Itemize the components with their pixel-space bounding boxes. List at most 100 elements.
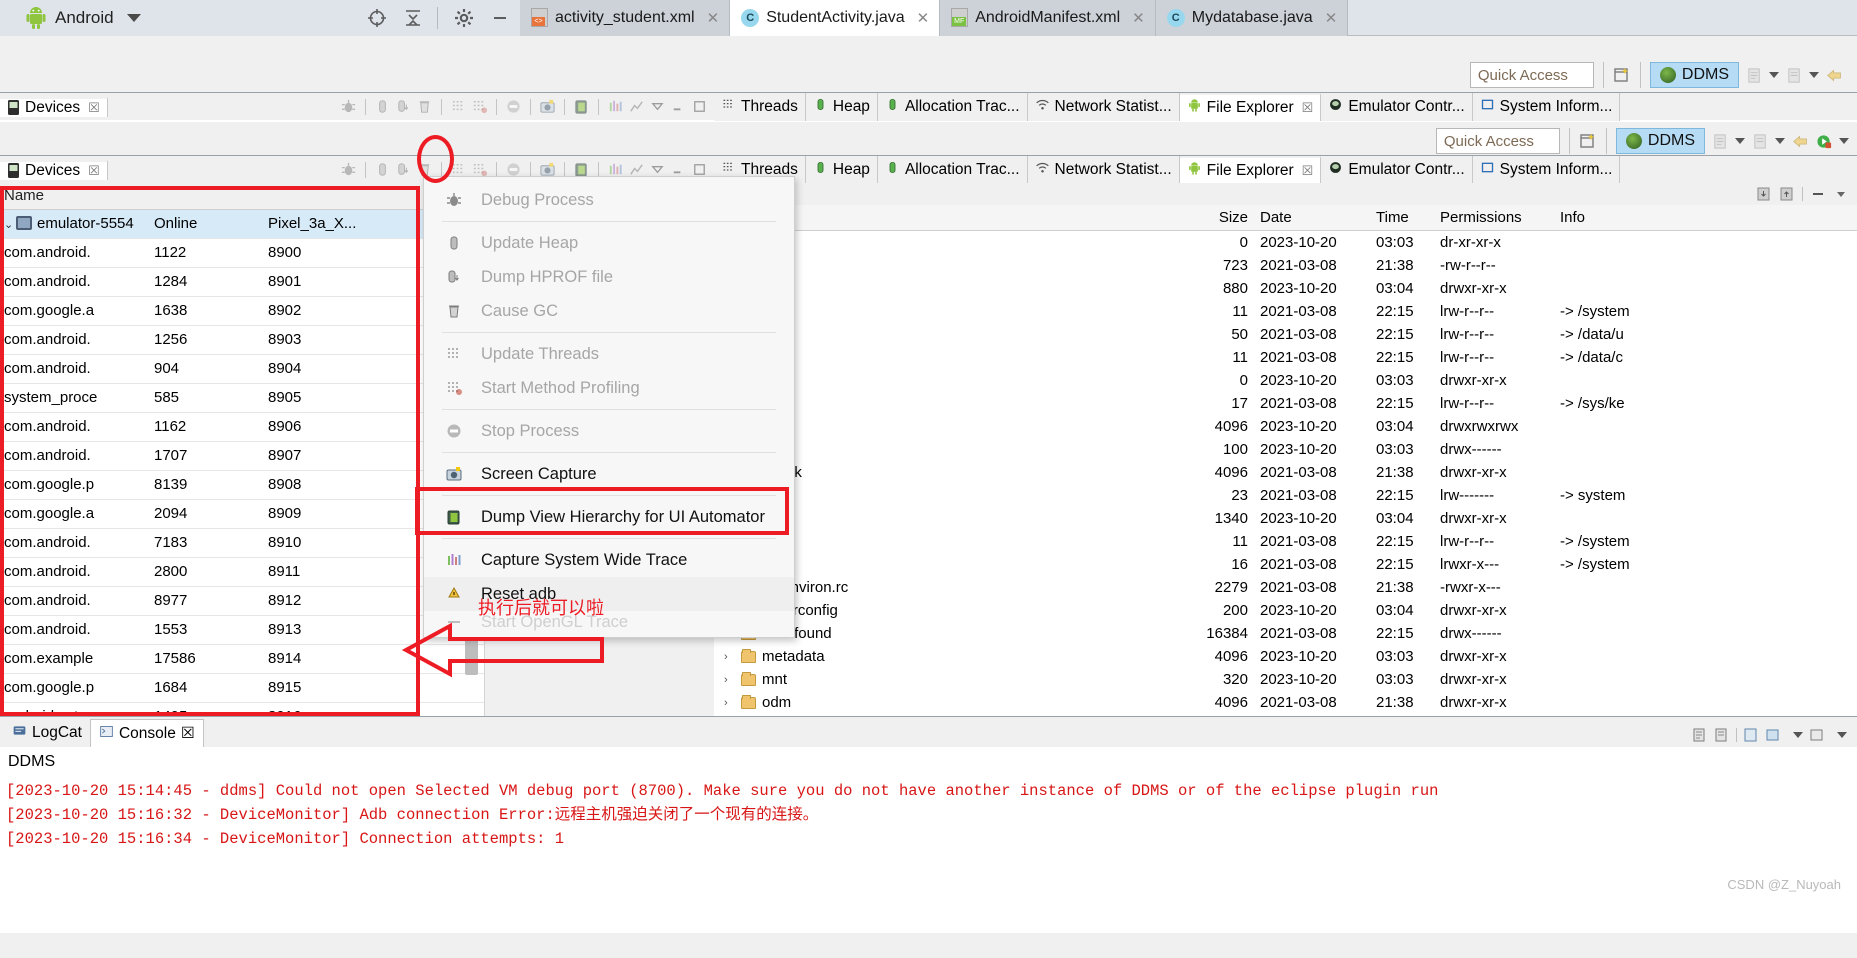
chevron-down-icon[interactable] bbox=[1837, 732, 1847, 738]
close-icon[interactable]: ☒ bbox=[88, 163, 100, 179]
chevron-down-icon[interactable] bbox=[1793, 732, 1803, 738]
device-row[interactable]: system_proce 585 8905 bbox=[0, 383, 484, 413]
close-icon[interactable]: ☒ bbox=[1302, 100, 1314, 116]
file-explorer-row[interactable]: _ramdisk40962021-03-0821:38drwxr-xr-x bbox=[714, 461, 1857, 484]
tab-file-explorer[interactable]: File Explorer ☒ bbox=[1179, 92, 1322, 121]
graph-icon[interactable] bbox=[628, 98, 645, 115]
chevron-down-icon[interactable] bbox=[1735, 138, 1745, 144]
menu-item-screen-capture[interactable]: Screen Capture bbox=[424, 457, 794, 491]
screen-capture-icon[interactable] bbox=[539, 98, 556, 115]
col-header-4[interactable] bbox=[264, 183, 361, 210]
file-explorer-row[interactable]: 4096 2023-10-20 03:04 drwxrwxrwx bbox=[714, 415, 1857, 438]
col-header-size[interactable]: Size bbox=[1172, 209, 1254, 226]
file-explorer-row[interactable]: ›lost+found163842021-03-0822:15drwx-----… bbox=[714, 622, 1857, 645]
systrace-icon[interactable] bbox=[607, 98, 624, 115]
file-explorer-row[interactable]: › mnt 320 2023-10-20 03:03 drwxr-xr-x bbox=[714, 668, 1857, 691]
display-console-icon[interactable] bbox=[1765, 727, 1781, 743]
perspective-ddms-button-2[interactable]: DDMS bbox=[1615, 128, 1705, 154]
method-profiling-icon[interactable] bbox=[471, 98, 488, 115]
file-explorer-row[interactable]: eys8802023-10-2003:04drwxr-xr-x bbox=[714, 277, 1857, 300]
back-arrow-icon[interactable] bbox=[1826, 67, 1843, 84]
device-row[interactable]: com.google.a 1638 8902 bbox=[0, 296, 484, 326]
col-header-name[interactable]: Name bbox=[0, 183, 150, 210]
device-row[interactable]: com.android. 1122 8900 bbox=[0, 238, 484, 268]
cause-gc-icon[interactable] bbox=[416, 98, 433, 115]
stop-process-icon[interactable] bbox=[505, 98, 522, 115]
quick-access-input[interactable]: Quick Access bbox=[1435, 128, 1560, 154]
file-explorer-row[interactable]: init162021-03-0822:15lrwxr-x----> /syste… bbox=[714, 553, 1857, 576]
run-icon[interactable] bbox=[1816, 133, 1833, 150]
scroll-lock-icon[interactable] bbox=[1714, 727, 1730, 743]
editor-tab-0[interactable]: activity_student.xml ✕ bbox=[520, 0, 731, 36]
device-row[interactable]: com.android. 1284 8901 bbox=[0, 267, 484, 297]
expand-arrow-icon[interactable]: › bbox=[724, 697, 735, 709]
file-explorer-row[interactable]: 0 2023-10-20 03:03 dr-xr-xr-x bbox=[714, 231, 1857, 254]
file-explorer-row[interactable]: mirror1002023-10-2003:03drwx------ bbox=[714, 438, 1857, 461]
debug-bug-icon[interactable] bbox=[340, 98, 357, 115]
dump-hprof-icon[interactable] bbox=[395, 98, 412, 115]
delete-icon[interactable] bbox=[1810, 186, 1826, 202]
new-perspective-icon[interactable] bbox=[1752, 133, 1769, 150]
close-icon[interactable]: ☒ bbox=[181, 724, 195, 743]
dump-hprof-icon[interactable] bbox=[395, 161, 412, 178]
file-explorer-row[interactable]: › odm 4096 2021-03-08 21:38 drwxr-xr-x bbox=[714, 691, 1857, 714]
quick-access-input-1[interactable]: Quick Access bbox=[1469, 62, 1594, 88]
chevron-down-icon[interactable] bbox=[1769, 72, 1779, 78]
device-row[interactable]: com.android. 1162 8906 bbox=[0, 412, 484, 442]
device-row[interactable]: com.android. 2800 8911 bbox=[0, 557, 484, 587]
device-row[interactable]: com.google.a 2094 8909 bbox=[0, 499, 484, 529]
console-output[interactable]: DDMS [2023-10-20 15:14:45 - ddms] Could … bbox=[0, 747, 1857, 933]
update-threads-icon[interactable] bbox=[450, 98, 467, 115]
file-explorer-row[interactable]: 723 2021-03-08 21:38 -rw-r--r-- bbox=[714, 254, 1857, 277]
minimize-icon[interactable] bbox=[490, 8, 510, 28]
clear-console-icon[interactable] bbox=[1692, 727, 1708, 743]
file-explorer-row[interactable]: ports502021-03-0822:15lrw-r--r---> /data… bbox=[714, 323, 1857, 346]
file-explorer-row[interactable]: init.environ.rc 2279 2021-03-08 21:38 -rwxr-… bbox=[714, 576, 1857, 599]
tab-allocation-trac[interactable]: Allocation Trac... bbox=[878, 92, 1028, 121]
open-perspective-icon[interactable] bbox=[1613, 66, 1631, 84]
menu-item-capture-system-wide-trace[interactable]: Capture System Wide Trace bbox=[424, 543, 794, 577]
pin-console-icon[interactable] bbox=[1743, 727, 1759, 743]
gear-icon[interactable] bbox=[454, 8, 474, 28]
device-row[interactable]: ⌄ emulator-5554 Online Pixel_3a_X... bbox=[0, 209, 484, 239]
file-explorer-row[interactable]: 0 2023-10-20 03:03 drwxr-xr-x bbox=[714, 369, 1857, 392]
file-explorer-row[interactable]: 11 2021-03-08 22:15 lrw-r--r-- -> /system bbox=[714, 530, 1857, 553]
close-icon[interactable]: ✕ bbox=[707, 9, 720, 27]
col-header-2[interactable] bbox=[150, 183, 228, 210]
file-explorer-tree[interactable]: 0 2023-10-20 03:03 dr-xr-xr-x 723 2021-03-08 2… bbox=[714, 231, 1857, 716]
minimize-icon[interactable] bbox=[670, 98, 687, 115]
close-icon[interactable]: ✕ bbox=[1325, 9, 1338, 27]
view-menu-icon[interactable] bbox=[1833, 186, 1849, 202]
update-heap-icon[interactable] bbox=[374, 161, 391, 178]
file-explorer-row[interactable]: t.prop232021-03-0822:15lrw--------> syst… bbox=[714, 484, 1857, 507]
caret-down-icon[interactable] bbox=[126, 13, 141, 22]
tab-devices-ghost[interactable]: Devices ☒ bbox=[0, 96, 108, 117]
editor-tab-1[interactable]: C StudentActivity.java ✕ bbox=[730, 0, 941, 36]
device-row[interactable]: com.google.p 8139 8908 bbox=[0, 470, 484, 500]
file-explorer-row[interactable]: 1340 2023-10-20 03:04 drwxr-xr-x bbox=[714, 507, 1857, 530]
new-java-perspective-icon[interactable] bbox=[1746, 67, 1763, 84]
col-header-date[interactable]: Date bbox=[1254, 209, 1372, 226]
bottom-tab-logcat[interactable]: LogCat bbox=[4, 719, 90, 747]
file-explorer-row[interactable]: 11 2021-03-08 22:15 lrw-r--r-- -> /data/c bbox=[714, 346, 1857, 369]
tab-system-inform[interactable]: System Inform... bbox=[1473, 92, 1621, 121]
tab-network-statist[interactable]: Network Statist... bbox=[1028, 92, 1180, 121]
tab-heap[interactable]: Heap bbox=[806, 92, 878, 121]
device-row[interactable]: com.android. 1707 8907 bbox=[0, 441, 484, 471]
push-file-icon[interactable] bbox=[1779, 186, 1795, 202]
tab-network-statist[interactable]: Network Statist... bbox=[1028, 156, 1180, 184]
tab-allocation-trac[interactable]: Allocation Trac... bbox=[878, 156, 1028, 184]
bottom-tab-console[interactable]: Console ☒ bbox=[89, 719, 204, 747]
chevron-down-icon[interactable] bbox=[1809, 72, 1819, 78]
close-icon[interactable]: ☒ bbox=[88, 100, 100, 116]
close-icon[interactable]: ✕ bbox=[917, 9, 930, 27]
col-header-3[interactable] bbox=[228, 183, 264, 210]
tab-emulator-contr[interactable]: Emulator Contr... bbox=[1321, 92, 1473, 121]
editor-tab-2[interactable]: AndroidManifest.xml ✕ bbox=[940, 0, 1156, 36]
chevron-down-icon[interactable] bbox=[1839, 138, 1849, 144]
back-arrow-icon[interactable] bbox=[1792, 133, 1809, 150]
maximize-icon[interactable] bbox=[691, 98, 708, 115]
view-menu-icon[interactable] bbox=[649, 98, 666, 115]
collapse-all-icon[interactable] bbox=[403, 8, 423, 28]
chevron-down-icon[interactable] bbox=[1775, 138, 1785, 144]
